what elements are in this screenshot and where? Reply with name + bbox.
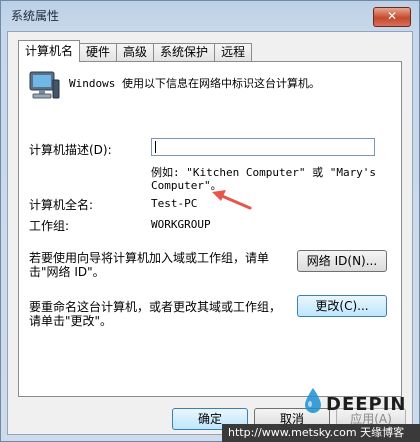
annotation-arrow-shaft — [220, 194, 252, 210]
annotation-arrow-overlay — [212, 190, 252, 210]
tab-computer-name[interactable]: 计算机名 — [18, 40, 81, 62]
logo-text: DEEPIN — [326, 394, 407, 415]
watermark-text: http://www.metsky.com 天缘博客 — [228, 426, 405, 439]
watermark-bar: http://www.metsky.com 天缘博客 — [222, 424, 420, 442]
water-drop-icon — [305, 388, 321, 413]
deepin-logo: DEEPIN — [298, 380, 418, 424]
